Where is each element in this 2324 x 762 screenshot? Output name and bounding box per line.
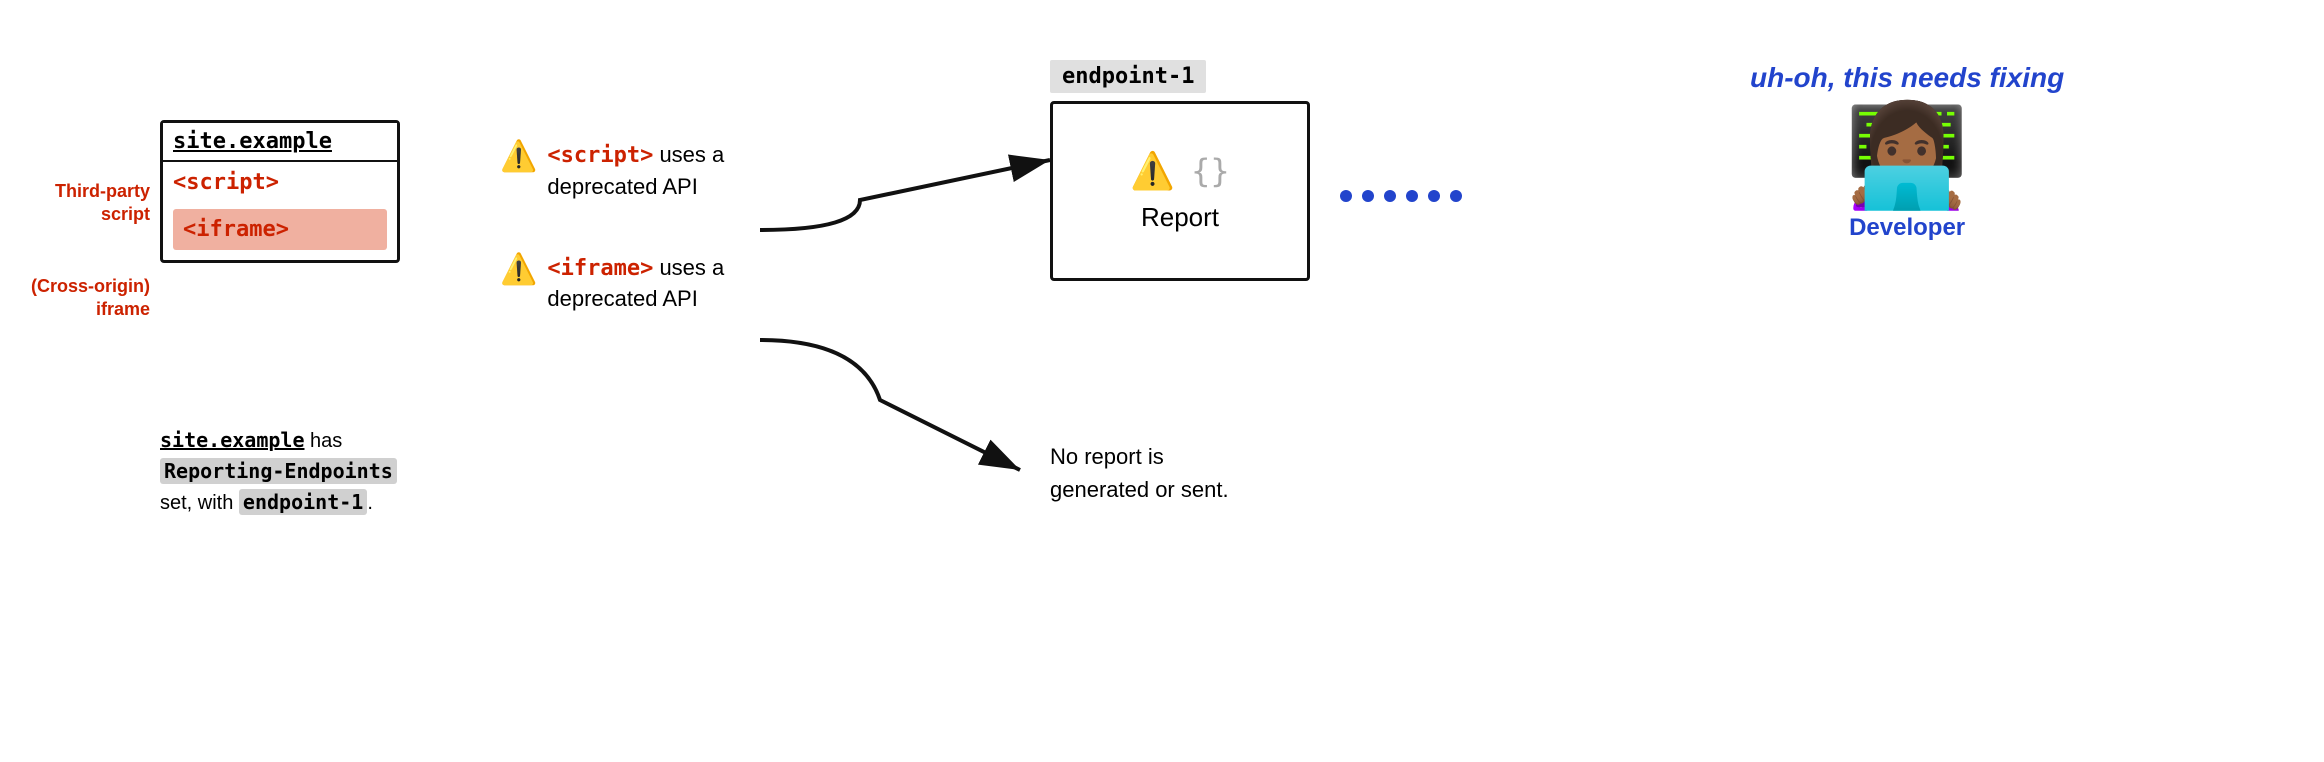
script-tag-label: <script> [547, 143, 653, 168]
dot-6 [1450, 190, 1462, 202]
caption-reporting-endpoints: Reporting-Endpoints [160, 458, 397, 484]
warning-icon-iframe: ⚠️ [500, 255, 537, 285]
site-box: site.example <script> <iframe> [160, 120, 400, 263]
endpoint-warning-icon: ⚠️ [1130, 150, 1175, 192]
iframe-tag-label: <iframe> [547, 256, 653, 281]
caption-period: . [367, 492, 373, 514]
diagram-container: Third-party script (Cross-origin) iframe… [0, 0, 2324, 762]
dot-2 [1362, 190, 1374, 202]
developer-label: Developer [1849, 214, 1965, 242]
cross-origin-label: (Cross-origin) iframe [15, 275, 150, 322]
endpoint-report-text: Report [1141, 202, 1219, 233]
warnings-area: ⚠️ <script> uses adeprecated API ⚠️ <ifr… [500, 140, 724, 365]
caption-endpoint-highlight: endpoint-1 [239, 489, 367, 515]
caption-set-with: set, with [160, 492, 233, 514]
third-party-label: Third-party script [25, 180, 150, 227]
site-script-row: <script> [163, 162, 397, 203]
site-box-wrapper: Third-party script (Cross-origin) iframe… [160, 120, 400, 263]
no-report-text: No report isgenerated or sent. [1050, 440, 1229, 506]
dot-4 [1406, 190, 1418, 202]
dot-1 [1340, 190, 1352, 202]
warning-item-iframe: ⚠️ <iframe> uses adeprecated API [500, 253, 724, 316]
dot-5 [1428, 190, 1440, 202]
dot-3 [1384, 190, 1396, 202]
caption-has: has [305, 430, 343, 452]
endpoint-json-icon: {} [1191, 152, 1230, 190]
warning-text-iframe: <iframe> uses adeprecated API [547, 253, 724, 316]
dots-line [1340, 190, 1462, 202]
endpoint-wrapper: endpoint-1 ⚠️ {} Report [1050, 60, 1310, 281]
developer-emoji: 👩🏾‍💻 [1845, 106, 1970, 206]
warning-text-script: <script> uses adeprecated API [547, 140, 724, 203]
endpoint-icons: ⚠️ {} [1130, 150, 1229, 192]
developer-wrapper: uh-oh, this needs fixing 👩🏾‍💻 Developer [1750, 60, 2064, 242]
site-caption: site.example has Reporting-Endpoints set… [160, 425, 440, 518]
caption-site-mono: site.example [160, 428, 305, 452]
site-iframe-row: <iframe> [173, 209, 387, 250]
endpoint-label: endpoint-1 [1050, 60, 1206, 93]
warning-icon-script: ⚠️ [500, 142, 537, 172]
warning-item-script: ⚠️ <script> uses adeprecated API [500, 140, 724, 203]
site-title: site.example [163, 123, 397, 162]
endpoint-box: ⚠️ {} Report [1050, 101, 1310, 281]
uh-oh-text: uh-oh, this needs fixing [1750, 60, 2064, 96]
